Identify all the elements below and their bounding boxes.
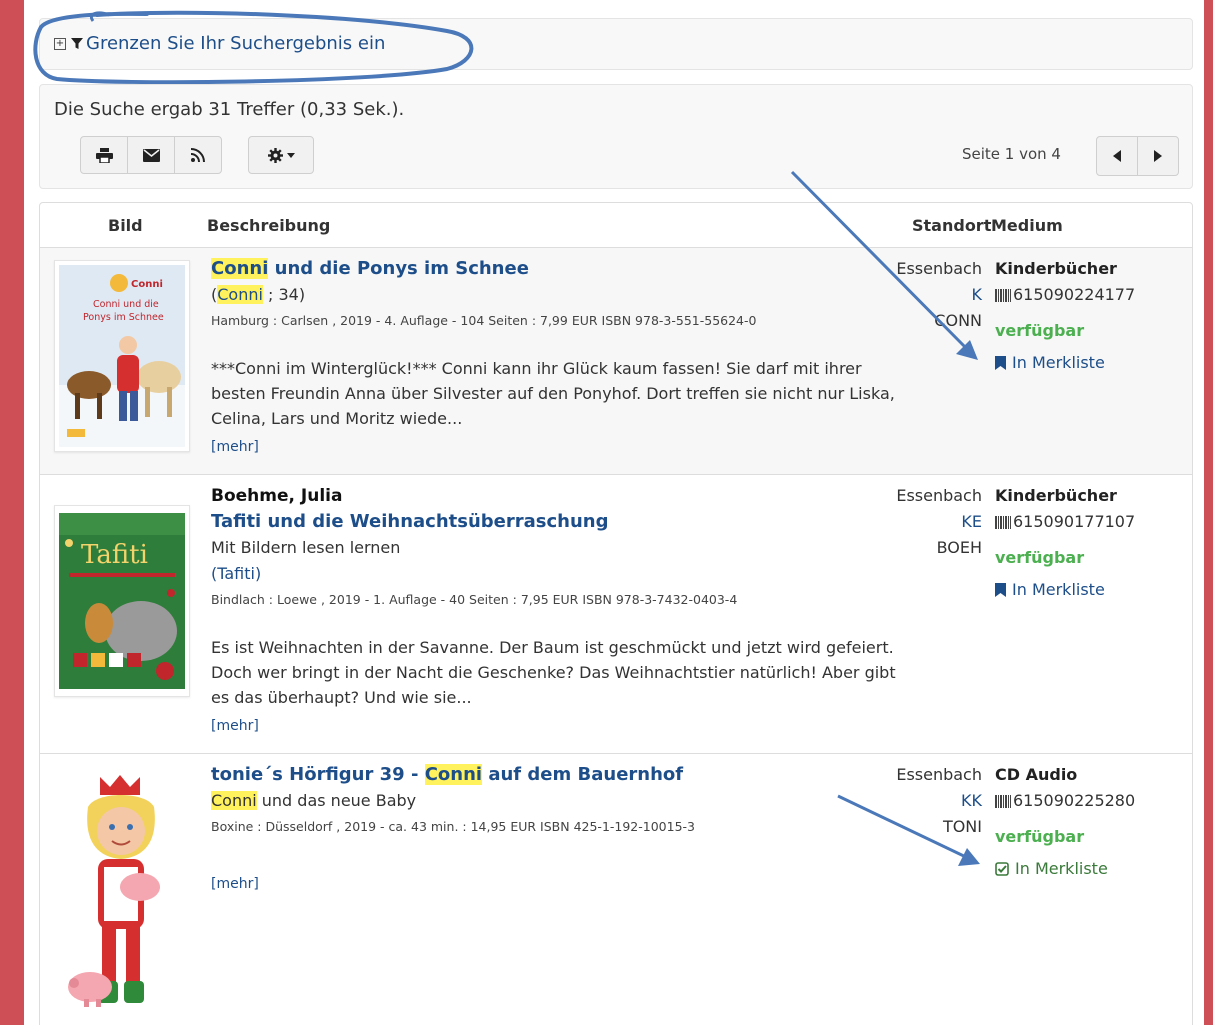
table-row: tonie´s Hörfigur 39 - Conni auf dem Baue…	[40, 754, 1192, 1025]
export-button-group	[80, 136, 222, 174]
item-title[interactable]: Tafiti und die Weihnachtsüberraschung	[211, 509, 901, 535]
location-branch: Essenbach	[896, 259, 982, 278]
caret-down-icon	[286, 152, 295, 158]
email-button[interactable]	[128, 137, 175, 173]
page: + Grenzen Sie Ihr Suchergebnis ein Die S…	[24, 0, 1204, 1025]
item-description: tonie´s Hörfigur 39 - Conni auf dem Baue…	[211, 762, 901, 892]
product-image	[54, 767, 188, 1017]
envelope-icon	[142, 148, 160, 162]
table-header: Bild Beschreibung Standort Medium	[40, 203, 1192, 248]
location-signature: CONN	[934, 311, 982, 330]
results-panel: Die Suche ergab 31 Treffer (0,33 Sek.). …	[39, 84, 1193, 189]
item-description: Conni und die Ponys im Schnee (Conni ; 3…	[211, 256, 901, 455]
result-count: Die Suche ergab 31 Treffer (0,33 Sek.).	[54, 99, 405, 120]
location-branch: Essenbach	[896, 486, 982, 505]
chevron-right-icon	[1154, 150, 1162, 162]
location-shelf-link[interactable]: KE	[820, 509, 982, 535]
series-link[interactable]: (Tafiti)	[211, 561, 901, 587]
settings-dropdown-button[interactable]	[248, 136, 314, 174]
header-medium: Medium	[991, 216, 1063, 235]
cover-image: Tafiti	[59, 513, 185, 689]
medium-type: Kinderbücher	[995, 486, 1117, 505]
refine-search-toggle[interactable]: + Grenzen Sie Ihr Suchergebnis ein	[54, 33, 385, 54]
add-to-list-button[interactable]: In Merkliste	[995, 577, 1185, 603]
availability-status: verfügbar	[995, 827, 1085, 846]
print-button[interactable]	[81, 137, 128, 173]
item-publication: Bindlach : Loewe , 2019 - 1. Auflage - 4…	[211, 592, 738, 607]
book-cover-conni[interactable]: Conni Conni und die Ponys im Schnee	[54, 260, 190, 452]
bookmark-icon	[995, 583, 1006, 597]
in-list-button[interactable]: In Merkliste	[995, 856, 1185, 882]
barcode: 615090224177	[995, 282, 1185, 308]
item-author[interactable]: Boehme, Julia	[211, 483, 901, 509]
series-link[interactable]: Conni	[217, 285, 263, 304]
gear-icon	[267, 147, 283, 163]
barcode: 615090225280	[995, 788, 1185, 814]
bookmark-icon	[995, 356, 1006, 370]
cover-title: Tafiti	[81, 540, 148, 570]
barcode-icon	[995, 289, 1011, 302]
product-image-tonie[interactable]	[54, 762, 188, 1022]
previous-page-button[interactable]	[1097, 137, 1138, 175]
chevron-left-icon	[1113, 150, 1121, 162]
barcode-icon	[995, 516, 1011, 529]
filter-panel: + Grenzen Sie Ihr Suchergebnis ein	[39, 18, 1193, 70]
location-shelf-link[interactable]: KK	[820, 788, 982, 814]
item-location: Essenbach KK TONI	[820, 762, 982, 840]
item-subtitle: Mit Bildern lesen lernen	[211, 538, 401, 557]
location-branch: Essenbach	[896, 765, 982, 784]
next-page-button[interactable]	[1138, 137, 1178, 175]
filter-icon	[71, 38, 83, 49]
header-location: Standort	[912, 216, 992, 235]
table-row: Tafiti Boehme, Julia Tafiti und die Weih…	[40, 475, 1192, 754]
item-series: (Conni ; 34)	[211, 285, 306, 304]
medium-type: Kinderbücher	[995, 259, 1117, 278]
item-abstract: Es ist Weihnachten in der Savanne. Der B…	[211, 638, 896, 707]
item-medium: CD Audio 615090225280 verfügbar In Merkl…	[995, 762, 1185, 882]
plus-square-icon: +	[54, 37, 66, 50]
page-info: Seite 1 von 4	[962, 145, 1061, 163]
cover-image: Conni Conni und die Ponys im Schnee	[59, 265, 185, 447]
item-medium: Kinderbücher 615090177107 verfügbar In M…	[995, 483, 1185, 603]
table-row: Conni Conni und die Ponys im Schnee Conn…	[40, 248, 1192, 475]
header-image: Bild	[108, 216, 143, 235]
item-location: Essenbach KE BOEH	[820, 483, 982, 561]
availability-status: verfügbar	[995, 548, 1085, 567]
pagination	[1096, 136, 1179, 176]
medium-type: CD Audio	[995, 765, 1078, 784]
rss-icon	[191, 148, 205, 162]
add-to-list-button[interactable]: In Merkliste	[995, 350, 1185, 376]
more-link[interactable]: [mehr]	[211, 718, 901, 734]
location-signature: TONI	[942, 817, 982, 836]
check-square-icon	[995, 862, 1009, 876]
more-link[interactable]: [mehr]	[211, 876, 901, 892]
item-title[interactable]: Conni und die Ponys im Schnee	[211, 256, 901, 282]
barcode: 615090177107	[995, 509, 1185, 535]
location-signature: BOEH	[936, 538, 982, 557]
more-link[interactable]: [mehr]	[211, 439, 901, 455]
item-publication: Hamburg : Carlsen , 2019 - 4. Auflage - …	[211, 313, 757, 328]
item-abstract: ***Conni im Winterglück!*** Conni kann i…	[211, 359, 895, 428]
availability-status: verfügbar	[995, 321, 1085, 340]
cover-title-line2: Ponys im Schnee	[83, 312, 164, 323]
item-medium: Kinderbücher 615090224177 verfügbar In M…	[995, 256, 1185, 376]
results-table: Bild Beschreibung Standort Medium Conni …	[39, 202, 1193, 1025]
item-publication: Boxine : Düsseldorf , 2019 - ca. 43 min.…	[211, 819, 696, 834]
header-description: Beschreibung	[207, 216, 331, 235]
item-location: Essenbach K CONN	[820, 256, 982, 334]
refine-search-label: Grenzen Sie Ihr Suchergebnis ein	[86, 33, 386, 54]
print-icon	[95, 147, 113, 163]
item-subtitle: Conni und das neue Baby	[211, 791, 417, 810]
barcode-icon	[995, 795, 1011, 808]
book-cover-tafiti[interactable]: Tafiti	[54, 505, 190, 697]
item-description: Boehme, Julia Tafiti und die Weihnachtsü…	[211, 483, 901, 734]
cover-title-line1: Conni und die	[93, 299, 159, 310]
item-title[interactable]: tonie´s Hörfigur 39 - Conni auf dem Baue…	[211, 762, 901, 788]
location-shelf-link[interactable]: K	[820, 282, 983, 308]
cover-brand: Conni	[131, 279, 163, 290]
rss-button[interactable]	[175, 137, 221, 173]
